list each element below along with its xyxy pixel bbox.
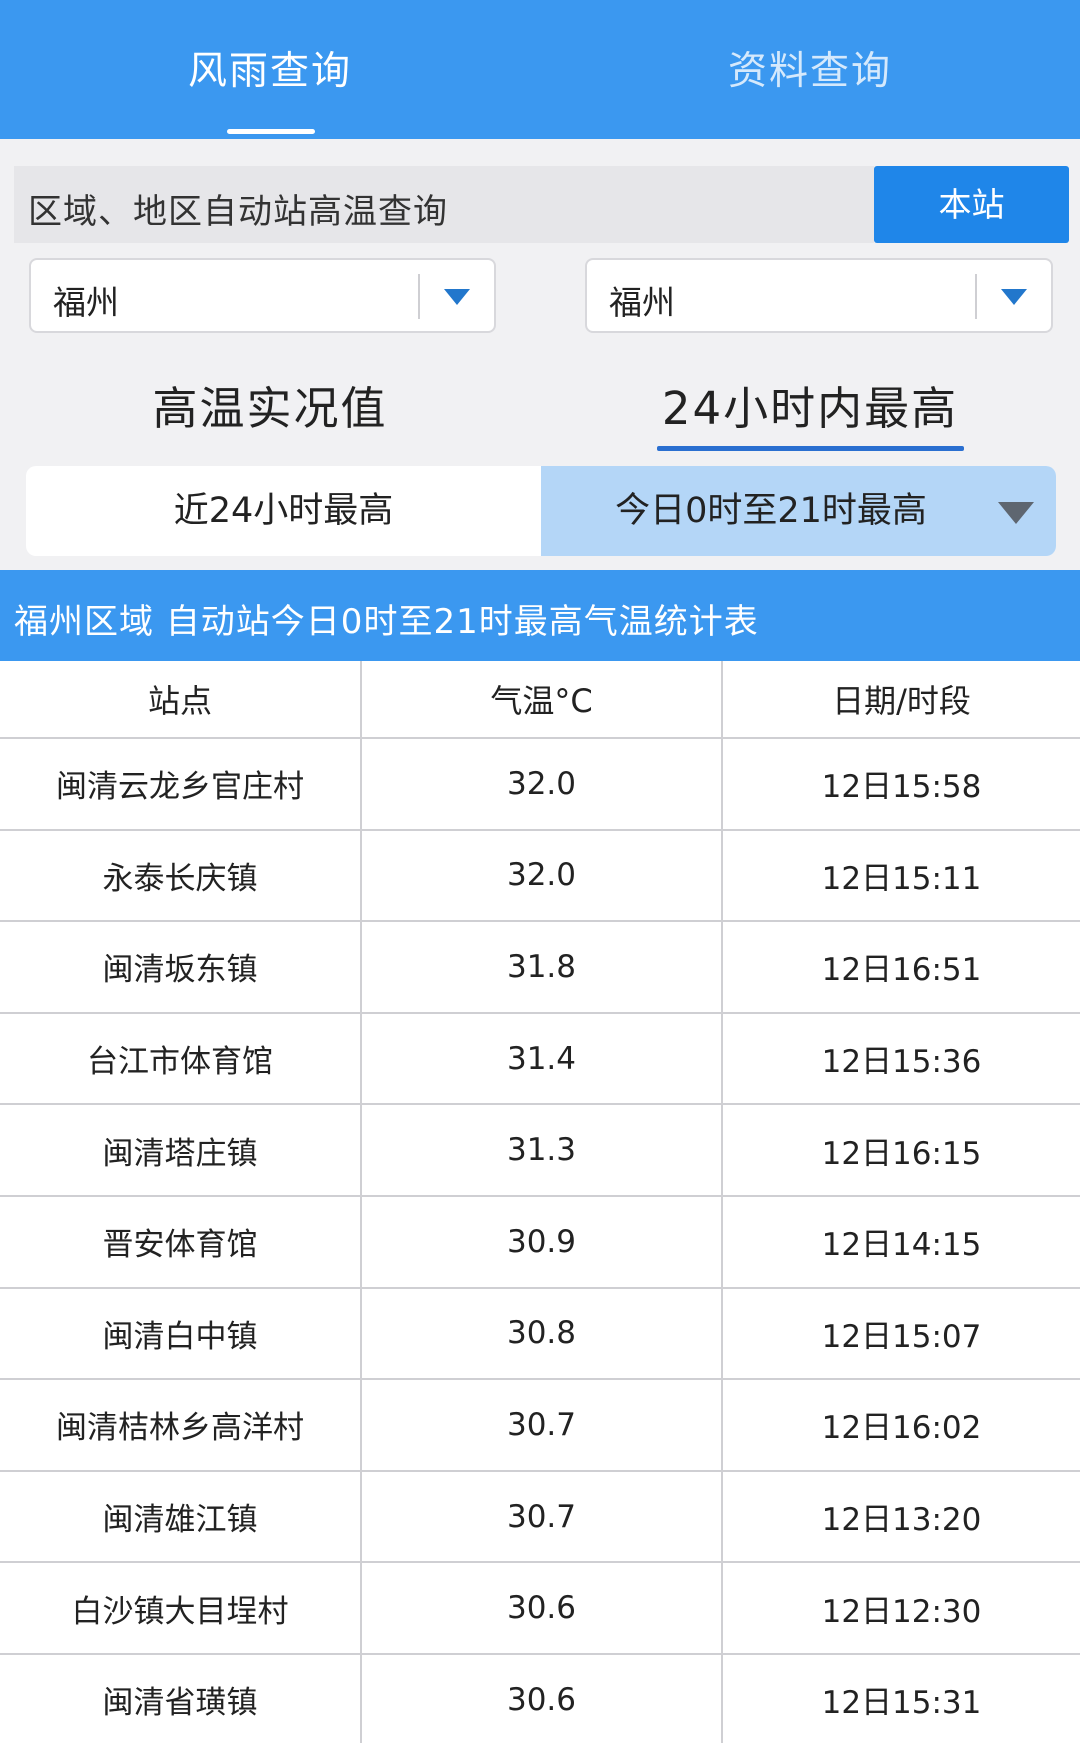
dropdown-arrow-icon[interactable] [444, 289, 470, 305]
datetime-cell: 12日16:15 [821, 1135, 982, 1172]
select-divider [418, 274, 420, 319]
region-select[interactable]: 福州 [29, 258, 496, 333]
table-row[interactable]: 闽清省璜镇 30.6 12日15:31 [0, 1654, 1080, 1743]
datetime-cell: 12日15:58 [821, 769, 982, 806]
temperature-cell: 30.7 [362, 1380, 723, 1470]
query-header: 区域、地区自动站高温查询 [14, 166, 874, 243]
datetime-cell: 12日16:51 [821, 952, 982, 989]
station-cell: 闽清雄江镇 [0, 1471, 362, 1562]
datetime-cell: 12日15:36 [821, 1044, 982, 1081]
active-tab-indicator [227, 129, 315, 134]
region-select-value: 福州 [53, 283, 119, 322]
table-row[interactable]: 台江市体育馆 31.4 12日15:36 [0, 1013, 1080, 1106]
segment-today-0-21[interactable]: 今日0时至21时最高 [541, 466, 1056, 556]
datetime-cell: 12日12:30 [821, 1593, 982, 1630]
header-station[interactable]: 站点 [0, 661, 362, 737]
table-body: 闽清云龙乡官庄村 32.0 12日15:58 永泰长庆镇 32.0 12日15:11 闽清坂… [0, 739, 1080, 1743]
table-row[interactable]: 永泰长庆镇 32.0 12日15:11 [0, 830, 1080, 923]
query-label: 区域、地区自动站高温查询 [28, 192, 448, 232]
table-title: 福州区域 自动站今日0时至21时最高气温统计表 [14, 602, 759, 642]
header-datetime[interactable]: 日期/时段 [723, 661, 1080, 737]
segment-today-label: 今日0时至21时最高 [615, 491, 927, 531]
station-cell: 台江市体育馆 [0, 1013, 362, 1104]
temperature-cell: 31.3 [362, 1105, 723, 1195]
datetime-cell: 12日14:15 [821, 1227, 982, 1264]
this-station-button[interactable]: 本站 [874, 166, 1069, 243]
temperature-cell: 31.8 [362, 922, 723, 1012]
table-title-bar: 福州区域 自动站今日0时至21时最高气温统计表 [0, 570, 1080, 661]
segment-last-24h[interactable]: 近24小时最高 [26, 466, 541, 556]
table-row[interactable]: 闽清桔林乡高洋村 30.7 12日16:02 [0, 1380, 1080, 1472]
temperature-cell: 30.6 [362, 1654, 723, 1743]
temperature-cell: 31.4 [362, 1013, 723, 1104]
temperature-cell: 30.8 [362, 1288, 723, 1379]
station-cell: 白沙镇大目埕村 [0, 1563, 362, 1653]
station-cell: 闽清白中镇 [0, 1288, 362, 1379]
temperature-cell: 32.0 [362, 830, 723, 921]
temperature-cell: 30.9 [362, 1196, 723, 1287]
table-row[interactable]: 闽清塔庄镇 31.3 12日16:15 [0, 1105, 1080, 1197]
station-cell: 闽清坂东镇 [0, 922, 362, 1012]
datetime-cell: 12日15:31 [821, 1685, 982, 1722]
area-select[interactable]: 福州 [585, 258, 1053, 333]
tab-wind-rain-query[interactable]: 风雨查询 [0, 40, 540, 96]
select-divider [975, 274, 977, 319]
mode-tab-indicator [657, 446, 964, 451]
table-row[interactable]: 闽清云龙乡官庄村 32.0 12日15:58 [0, 739, 1080, 831]
table-row[interactable]: 闽清雄江镇 30.7 12日13:20 [0, 1471, 1080, 1564]
tab-high-temp-actual[interactable]: 高温实况值 [60, 372, 480, 437]
table-row[interactable]: 闽清白中镇 30.8 12日15:07 [0, 1288, 1080, 1381]
datetime-cell: 12日15:11 [821, 860, 982, 897]
temperature-table: 站点 气温°C 日期/时段 闽清云龙乡官庄村 32.0 12日15:58 永泰长庆镇 3… [0, 661, 1080, 1743]
period-segmented-control: 近24小时最高 今日0时至21时最高 [26, 466, 1056, 556]
header-temperature[interactable]: 气温°C [362, 661, 723, 737]
station-cell: 闽清桔林乡高洋村 [0, 1380, 362, 1470]
datetime-cell: 12日13:20 [821, 1502, 982, 1539]
station-cell: 闽清塔庄镇 [0, 1105, 362, 1195]
dropdown-arrow-icon[interactable] [1001, 289, 1027, 305]
table-header-row: 站点 气温°C 日期/时段 [0, 661, 1080, 739]
tab-data-query[interactable]: 资料查询 [540, 40, 1080, 96]
station-cell: 永泰长庆镇 [0, 830, 362, 921]
table-row[interactable]: 晋安体育馆 30.9 12日14:15 [0, 1196, 1080, 1289]
tab-24h-max[interactable]: 24小时内最高 [600, 372, 1020, 437]
station-cell: 闽清云龙乡官庄村 [0, 739, 362, 829]
station-cell: 闽清省璜镇 [0, 1654, 362, 1743]
temperature-cell: 30.7 [362, 1471, 723, 1562]
datetime-cell: 12日15:07 [821, 1318, 982, 1355]
table-row[interactable]: 白沙镇大目埕村 30.6 12日12:30 [0, 1563, 1080, 1655]
temperature-cell: 30.6 [362, 1563, 723, 1653]
top-tab-bar: 风雨查询 资料查询 [0, 0, 1080, 139]
datetime-cell: 12日16:02 [821, 1410, 982, 1447]
table-row[interactable]: 闽清坂东镇 31.8 12日16:51 [0, 922, 1080, 1014]
station-cell: 晋安体育馆 [0, 1196, 362, 1287]
temperature-cell: 32.0 [362, 739, 723, 829]
area-select-value: 福州 [609, 283, 675, 322]
dropdown-caret-icon[interactable] [998, 502, 1034, 524]
